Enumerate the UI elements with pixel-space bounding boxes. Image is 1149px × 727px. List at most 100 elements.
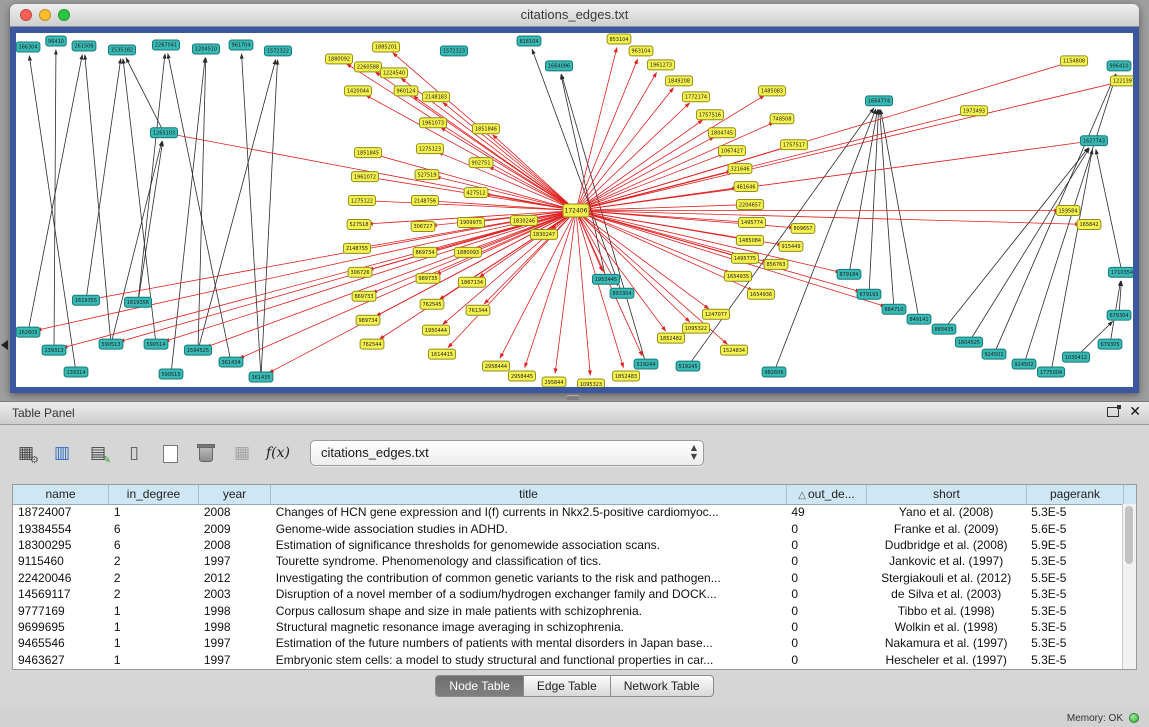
graph-node[interactable]: 1495775 (731, 253, 758, 263)
graph-node[interactable]: 527518 (347, 219, 371, 229)
graph-node[interactable]: 1485083 (758, 86, 785, 96)
graph-node[interactable]: 2204657 (736, 200, 763, 210)
graph-node[interactable]: 2148183 (422, 92, 449, 102)
graph-node[interactable]: 1095322 (682, 323, 709, 333)
graph-node[interactable]: 1950444 (422, 325, 449, 335)
create-column-button[interactable]: ▤✎ (84, 440, 112, 466)
graph-node[interactable]: 809657 (791, 223, 815, 233)
graph-node[interactable]: 1961072 (351, 172, 378, 182)
graph-node[interactable]: 321646 (728, 164, 752, 174)
column-header-in_degree[interactable]: in_degree (109, 485, 199, 504)
table-row[interactable]: 2242004622012Investigating the contribut… (13, 570, 1123, 586)
table-row[interactable]: 969969511998Structural magnetic resonanc… (13, 619, 1123, 635)
table-row[interactable]: 946362711997Embryonic stem cells: a mode… (13, 652, 1123, 668)
graph-node[interactable]: 590513 (99, 339, 123, 349)
graph-node[interactable]: 1265103 (150, 128, 177, 138)
graph-node[interactable]: 924501 (982, 349, 1006, 359)
table-selector[interactable]: citations_edges.txt ▲▼ (310, 440, 704, 466)
graph-node[interactable]: 762545 (420, 299, 444, 309)
graph-node[interactable]: 1654936 (747, 289, 774, 299)
graph-node[interactable]: 96410 (46, 36, 67, 46)
graph-node[interactable]: 361435 (249, 372, 273, 382)
graph-node[interactable]: 1852483 (612, 371, 639, 381)
graph-node[interactable]: 762544 (360, 339, 384, 349)
table-scrollbar[interactable] (1122, 504, 1136, 669)
graph-node[interactable]: 1030412 (1062, 352, 1089, 362)
graph-node[interactable]: 996410 (1107, 61, 1131, 71)
graph-node[interactable]: 963104 (629, 46, 653, 56)
graph-node[interactable]: 2958445 (508, 371, 535, 381)
graph-node[interactable]: 1204510 (192, 44, 219, 54)
graph-node[interactable]: 1909975 (457, 217, 484, 227)
graph-node[interactable]: 1524834 (720, 345, 747, 355)
graph-node[interactable]: 902751 (469, 158, 493, 168)
graph-node[interactable]: 306726 (348, 267, 372, 277)
graph-node[interactable]: 869734 (413, 247, 437, 257)
graph-node[interactable]: 1594525 (184, 345, 211, 355)
graph-node[interactable]: 2148756 (411, 196, 438, 206)
graph-node[interactable]: 1275123 (416, 144, 443, 154)
graph-node[interactable]: 1757516 (696, 110, 723, 120)
column-header-pagerank[interactable]: pagerank (1027, 485, 1124, 504)
graph-node[interactable]: 1067427 (718, 146, 745, 156)
graph-node[interactable]: 679305 (1098, 339, 1122, 349)
window-titlebar[interactable]: citations_edges.txt (10, 4, 1139, 27)
table-row[interactable]: 1872400712008Changes of HCN gene express… (13, 504, 1123, 520)
graph-node[interactable]: 2260588 (354, 62, 381, 72)
graph-node[interactable]: 1830247 (530, 229, 557, 239)
graph-node[interactable]: 262605 (16, 327, 40, 337)
graph-node[interactable]: 1961273 (647, 60, 674, 70)
scrollbar-thumb[interactable] (1125, 506, 1133, 564)
collapse-arrow-icon[interactable] (1, 340, 8, 350)
graph-node[interactable]: 761344 (466, 305, 490, 315)
graph-node[interactable]: 1953445 (592, 274, 619, 284)
graph-node[interactable]: 1664774 (865, 96, 892, 106)
graph-node[interactable]: 261506 (72, 41, 96, 51)
graph-node[interactable]: 893304 (610, 288, 634, 298)
graph-node[interactable]: 924502 (1012, 359, 1036, 369)
graph-node[interactable]: 2958444 (482, 361, 509, 371)
graph-node[interactable]: 1654935 (724, 271, 751, 281)
column-header-title[interactable]: title (271, 485, 787, 504)
graph-node[interactable]: 527519 (415, 170, 439, 180)
graph-node[interactable]: 1485084 (736, 235, 763, 245)
graph-node[interactable]: 849141 (907, 314, 931, 324)
graph-hub-node[interactable]: 172406 (563, 204, 589, 217)
row-options-button[interactable]: ▯ (120, 440, 148, 466)
graph-node[interactable]: 139314 (64, 367, 88, 377)
table-row[interactable]: 1938455462009Genome-wide association stu… (13, 520, 1123, 536)
graph-node[interactable]: 856763 (764, 259, 788, 269)
graph-node[interactable]: 1420044 (344, 86, 371, 96)
tab-node-table[interactable]: Node Table (435, 675, 524, 697)
graph-node[interactable]: 1775004 (1037, 367, 1064, 377)
graph-node[interactable]: 879184 (837, 269, 861, 279)
graph-node[interactable]: 1095323 (577, 379, 604, 387)
graph-node[interactable]: 989735 (416, 273, 440, 283)
graph-node[interactable]: 519245 (676, 361, 700, 371)
float-panel-icon[interactable] (1107, 407, 1119, 417)
graph-node[interactable]: 590514 (144, 339, 168, 349)
graph-node[interactable]: 1830246 (510, 215, 537, 225)
table-row[interactable]: 1830029562008Estimation of significance … (13, 537, 1123, 553)
table-mode-button[interactable]: ▦⚙ (12, 440, 40, 466)
column-header-short[interactable]: short (867, 485, 1027, 504)
column-header-year[interactable]: year (199, 485, 271, 504)
graph-node[interactable]: 1961073 (419, 118, 446, 128)
graph-node[interactable]: 679193 (857, 289, 881, 299)
graph-node[interactable]: 165842 (1077, 219, 1101, 229)
graph-node[interactable]: 960124 (394, 86, 418, 96)
graph-node[interactable]: 139313 (42, 345, 66, 355)
split-handle[interactable] (566, 395, 580, 400)
graph-node[interactable]: 1535182 (108, 45, 135, 55)
graph-node[interactable]: 1757517 (780, 140, 807, 150)
graph-node[interactable]: 1224540 (380, 68, 407, 78)
graph-node[interactable]: 590515 (159, 369, 183, 379)
graph-node[interactable]: 1275122 (348, 196, 375, 206)
graph-node[interactable]: 1710354 (1108, 267, 1133, 277)
graph-node[interactable]: 1880092 (325, 54, 352, 64)
graph-node[interactable]: 306727 (411, 221, 435, 231)
graph-node[interactable]: 427512 (464, 188, 488, 198)
graph-node[interactable]: 748508 (770, 114, 794, 124)
graph-node[interactable]: 2267041 (152, 40, 179, 50)
graph-node[interactable]: 1619355 (72, 295, 99, 305)
